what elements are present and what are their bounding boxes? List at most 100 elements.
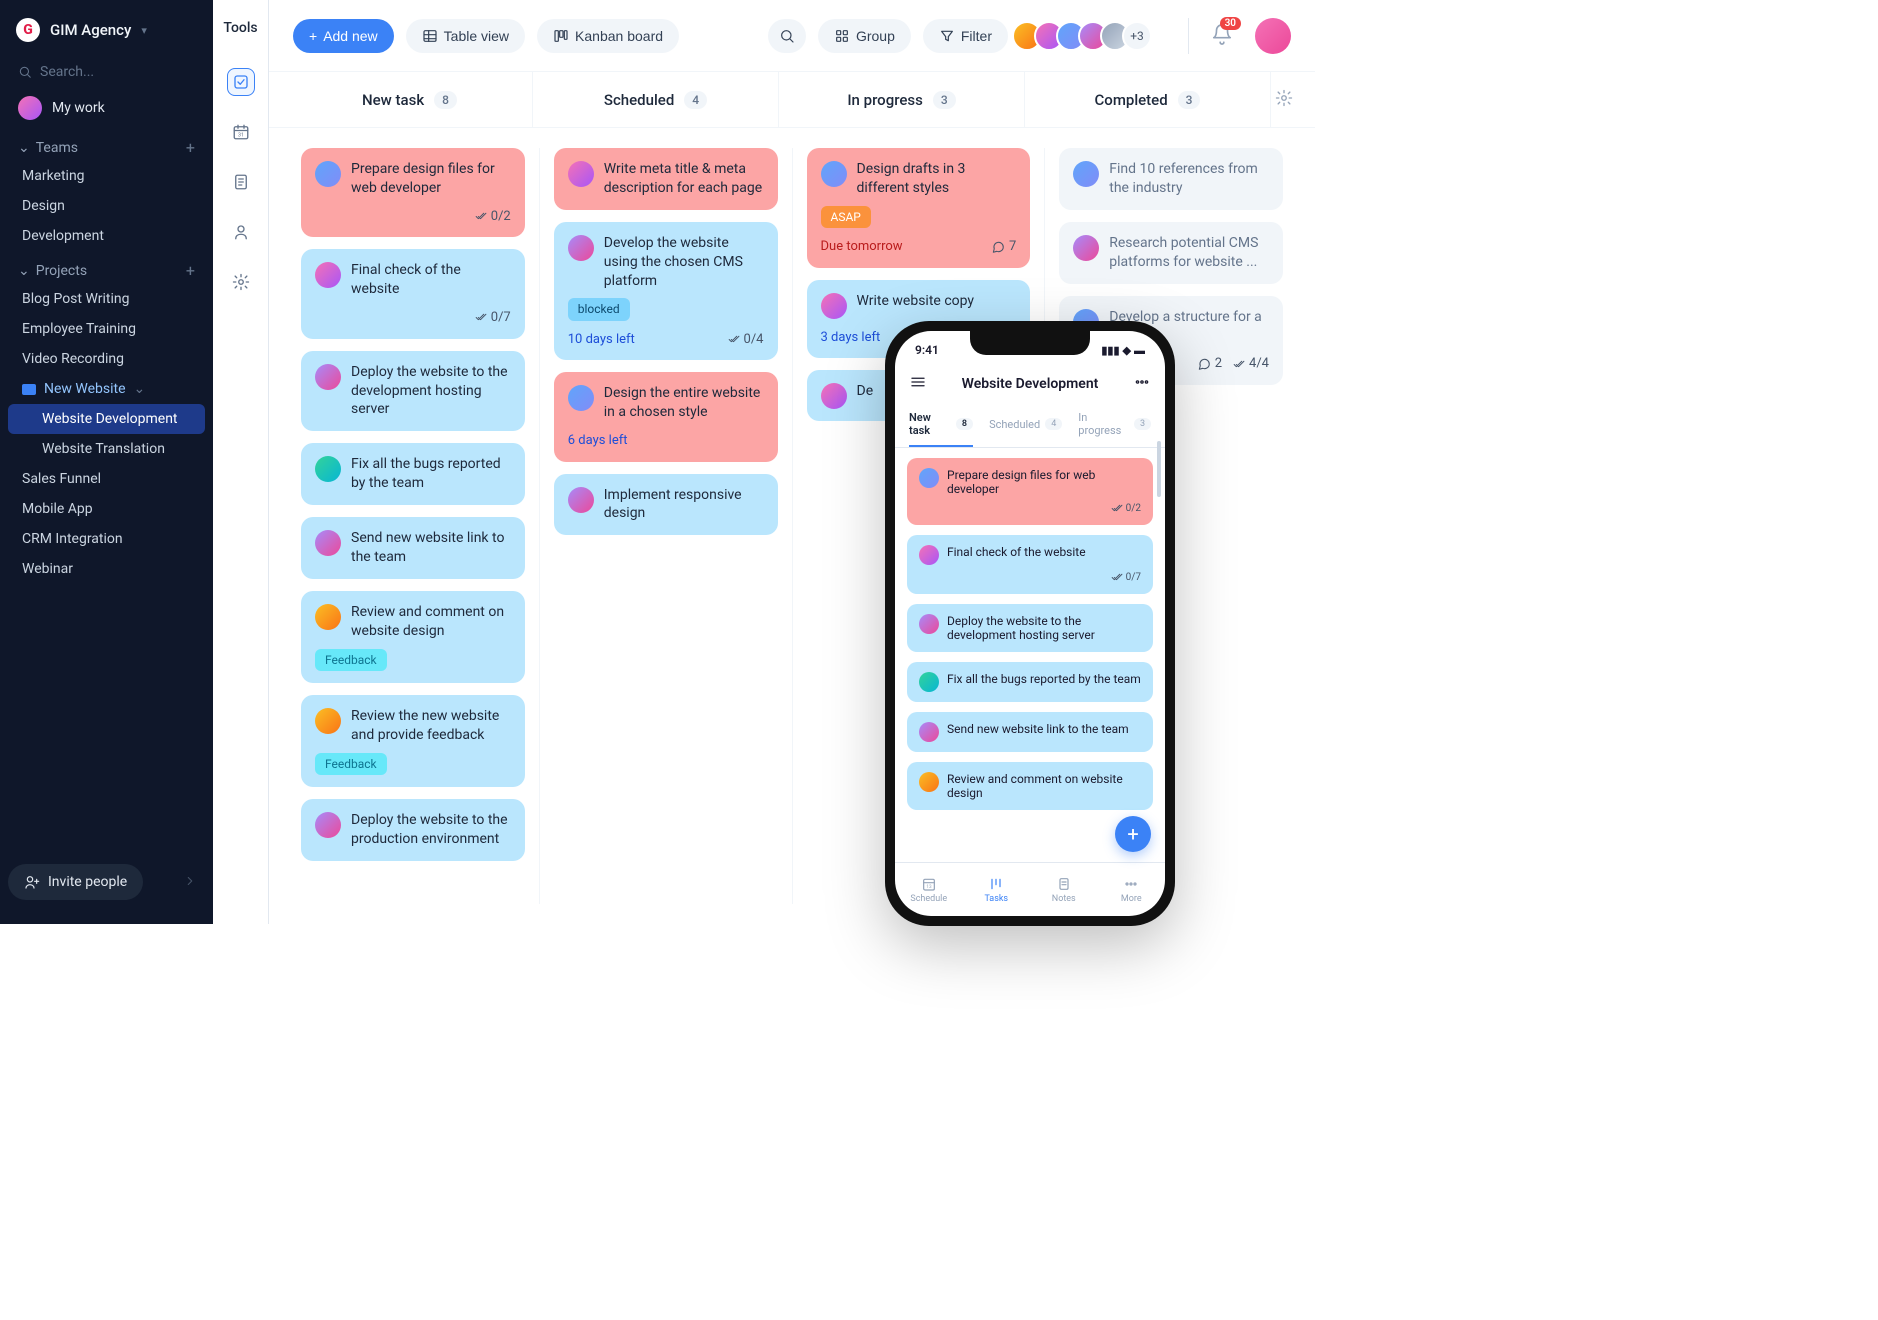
search-button[interactable] <box>768 19 806 53</box>
wifi-icon: ◆ <box>1123 344 1131 357</box>
card-tag: blocked <box>568 298 630 320</box>
tool-rail: Tools 31 <box>213 0 269 924</box>
avatar <box>919 722 939 742</box>
sidebar-item-blog[interactable]: Blog Post Writing <box>8 284 205 314</box>
table-view-button[interactable]: Table view <box>406 19 525 53</box>
sidebar-item-website-dev[interactable]: Website Development <box>8 404 205 434</box>
avatar <box>18 96 42 120</box>
phone-task-card[interactable]: Final check of the website0/7 <box>907 535 1153 594</box>
task-card[interactable]: Prepare design files for web developer 0/… <box>301 148 525 237</box>
svg-text:31: 31 <box>238 133 244 139</box>
card-title: Develop the website using the chosen CMS… <box>604 234 764 291</box>
kanban-view-button[interactable]: Kanban board <box>537 19 679 53</box>
phone-card-list[interactable]: Prepare design files for web developer0/… <box>895 448 1165 862</box>
task-card[interactable]: Final check of the website0/7 <box>301 249 525 338</box>
rail-settings-icon[interactable] <box>227 268 255 296</box>
rail-notes-icon[interactable] <box>227 168 255 196</box>
phone-notch <box>970 331 1090 355</box>
card-meta: 6 days left <box>568 432 764 450</box>
avatar <box>919 545 939 565</box>
invite-people-button[interactable]: Invite people <box>8 864 143 900</box>
task-card[interactable]: Write meta title & meta description for … <box>554 148 778 210</box>
card-due: 3 days left <box>821 329 881 347</box>
phone-tab-new-task[interactable]: New task8 <box>909 405 973 447</box>
notifications-button[interactable]: 30 <box>1211 23 1233 49</box>
phone-add-button[interactable]: + <box>1115 816 1151 852</box>
phone-task-card[interactable]: Fix all the bugs reported by the team <box>907 662 1153 702</box>
sidebar-item-development[interactable]: Development <box>8 221 205 251</box>
phone-scrollbar[interactable] <box>1157 441 1161 497</box>
sidebar-item-marketing[interactable]: Marketing <box>8 161 205 191</box>
teams-section-header[interactable]: ⌄Teams + <box>8 128 205 161</box>
avatar <box>821 293 847 319</box>
sidebar-item-video[interactable]: Video Recording <box>8 344 205 374</box>
add-new-button[interactable]: + Add new <box>293 19 394 53</box>
projects-section-header[interactable]: ⌄Projects + <box>8 251 205 284</box>
tool-rail-label: Tools <box>223 20 257 36</box>
task-card[interactable]: Design drafts in 3 different stylesASAPD… <box>807 148 1031 268</box>
task-card[interactable]: Deploy the website to the development ho… <box>301 351 525 432</box>
sidebar-item-crm[interactable]: CRM Integration <box>8 524 205 554</box>
task-card[interactable]: Develop the website using the chosen CMS… <box>554 222 778 360</box>
phone-nav-schedule[interactable]: 13Schedule <box>895 863 963 916</box>
check-icon <box>474 210 487 223</box>
task-card[interactable]: Design the entire website in a chosen st… <box>554 372 778 461</box>
member-avatars[interactable]: +3 <box>1020 21 1152 51</box>
avatar <box>919 672 939 692</box>
sidebar-item-design[interactable]: Design <box>8 191 205 221</box>
task-card[interactable]: Review and comment on website designFeed… <box>301 591 525 683</box>
phone-nav-tasks[interactable]: Tasks <box>963 863 1031 916</box>
add-project-button[interactable]: + <box>186 261 195 280</box>
filter-button[interactable]: Filter <box>923 19 1008 53</box>
sidebar-item-website-trans[interactable]: Website Translation <box>8 434 205 464</box>
avatar <box>315 161 341 187</box>
plus-icon: + <box>309 28 317 44</box>
search-input[interactable]: Search... <box>8 56 205 88</box>
rail-tasks-icon[interactable] <box>227 68 255 96</box>
task-card[interactable]: Research potential CMS platforms for web… <box>1059 222 1283 284</box>
phone-tab-scheduled[interactable]: Scheduled4 <box>989 405 1062 447</box>
more-icon[interactable] <box>1133 373 1151 395</box>
sidebar-item-webinar[interactable]: Webinar <box>8 554 205 584</box>
phone-tab-in-progress[interactable]: In progress3 <box>1078 405 1151 447</box>
phone-task-card[interactable]: Prepare design files for web developer0/… <box>907 458 1153 525</box>
rail-calendar-icon[interactable]: 31 <box>227 118 255 146</box>
workspace-switcher[interactable]: G GIM Agency ▾ <box>8 14 205 56</box>
group-button[interactable]: Group <box>818 19 911 53</box>
collapse-sidebar-button[interactable] <box>175 865 205 900</box>
search-placeholder: Search... <box>40 64 94 80</box>
sidebar-folder-new-website[interactable]: New Website ⌄ <box>8 374 205 404</box>
phone-task-card[interactable]: Review and comment on website design <box>907 762 1153 810</box>
phone-task-card[interactable]: Send new website link to the team <box>907 712 1153 752</box>
phone-nav-notes[interactable]: Notes <box>1030 863 1098 916</box>
phone-task-card[interactable]: Deploy the website to the development ho… <box>907 604 1153 652</box>
task-card[interactable]: Deploy the website to the production env… <box>301 799 525 861</box>
tab-count: 3 <box>1134 418 1151 430</box>
check-count: 4/4 <box>1232 355 1269 373</box>
my-work-link[interactable]: My work <box>8 88 205 128</box>
sidebar-item-sales[interactable]: Sales Funnel <box>8 464 205 494</box>
gear-icon <box>1275 89 1293 107</box>
task-card[interactable]: Implement responsive design <box>554 474 778 536</box>
add-team-button[interactable]: + <box>186 138 195 157</box>
hamburger-icon[interactable] <box>909 373 927 395</box>
task-card[interactable]: Review the new website and provide feedb… <box>301 695 525 787</box>
card-title: Prepare design files for web developer <box>351 160 511 198</box>
more-members[interactable]: +3 <box>1122 21 1152 51</box>
task-card[interactable]: Find 10 references from the industry <box>1059 148 1283 210</box>
group-label: Group <box>856 28 895 44</box>
card-title: Review and comment on website design <box>947 772 1141 800</box>
task-card[interactable]: Send new website link to the team <box>301 517 525 579</box>
rail-people-icon[interactable] <box>227 218 255 246</box>
phone-nav-more[interactable]: More <box>1098 863 1166 916</box>
search-icon <box>779 28 795 44</box>
profile-avatar[interactable] <box>1255 18 1291 54</box>
card-title: Find 10 references from the industry <box>1109 160 1269 198</box>
task-card[interactable]: Fix all the bugs reported by the team <box>301 443 525 505</box>
check-count: 0/7 <box>474 309 511 327</box>
table-view-label: Table view <box>444 28 509 44</box>
sidebar-item-mobile[interactable]: Mobile App <box>8 494 205 524</box>
board-settings-button[interactable] <box>1271 89 1297 111</box>
sidebar-item-training[interactable]: Employee Training <box>8 314 205 344</box>
card-meta: 0/2 <box>315 208 511 226</box>
